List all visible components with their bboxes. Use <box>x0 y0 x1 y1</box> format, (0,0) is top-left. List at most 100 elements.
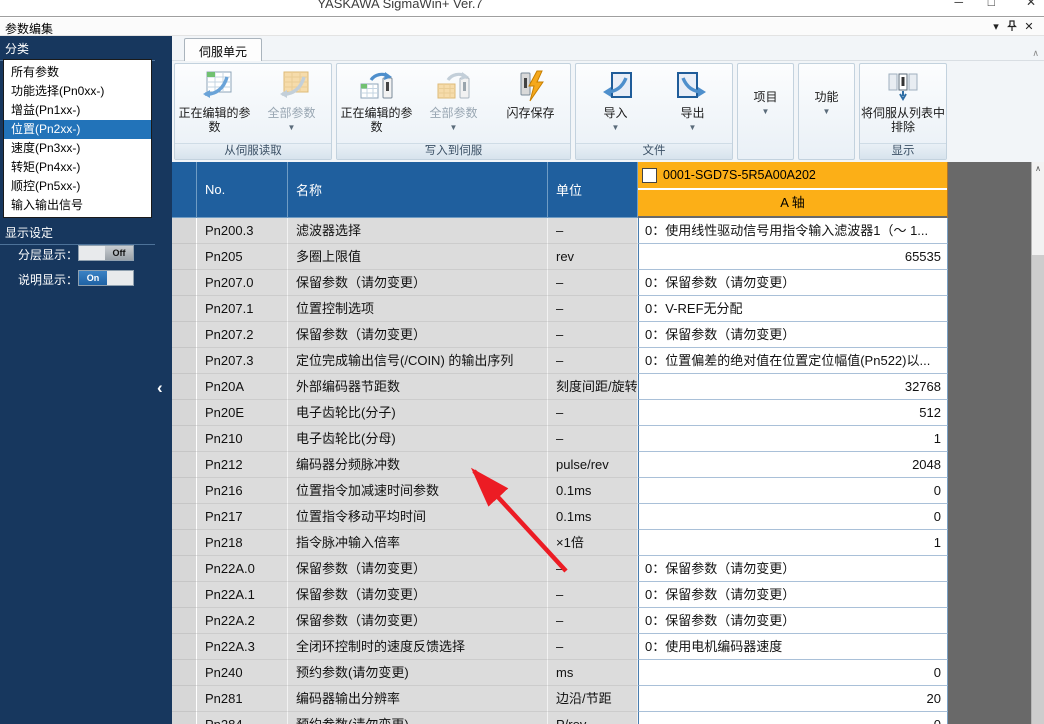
category-item-6[interactable]: 顺控(Pn5xx-) <box>4 177 151 196</box>
row-selector-cell[interactable] <box>172 478 197 504</box>
description-display-toggle[interactable]: On <box>78 270 134 286</box>
param-value-cell[interactable]: 0 <box>638 712 948 724</box>
row-selector-cell[interactable] <box>172 400 197 426</box>
row-selector-cell[interactable] <box>172 348 197 374</box>
param-value-cell[interactable]: 1 <box>638 530 948 556</box>
category-item-1[interactable]: 功能选择(Pn0xx-) <box>4 82 151 101</box>
row-selector-cell[interactable] <box>172 374 197 400</box>
row-selector-cell[interactable] <box>172 426 197 452</box>
scrollbar-thumb[interactable] <box>1032 162 1044 255</box>
write-all-params-button[interactable]: 全部参数 ▼ <box>415 65 492 143</box>
table-row[interactable]: Pn207.3定位完成输出信号(/COIN) 的输出序列–0：位置偏差的绝对值在… <box>172 348 948 374</box>
param-value-cell[interactable]: 0 <box>638 504 948 530</box>
row-selector-cell[interactable] <box>172 634 197 660</box>
row-selector-cell[interactable] <box>172 244 197 270</box>
chevron-down-icon[interactable]: ▼ <box>450 121 458 135</box>
param-value-cell[interactable]: 0：使用线性驱动信号用指令输入滤波器1（～ 1... <box>638 218 948 244</box>
panel-pin-icon[interactable] <box>1005 20 1019 34</box>
table-row[interactable]: Pn207.2保留参数（请勿变更）–0：保留参数（请勿变更） <box>172 322 948 348</box>
row-selector-cell[interactable] <box>172 452 197 478</box>
param-value-cell[interactable]: 0：保留参数（请勿变更） <box>638 556 948 582</box>
maximize-icon[interactable]: □ <box>988 0 995 9</box>
param-value-cell[interactable]: 20 <box>638 686 948 712</box>
write-editing-params-button[interactable]: 正在编辑的参数 <box>338 65 415 143</box>
param-value-cell[interactable]: 512 <box>638 400 948 426</box>
read-all-params-button[interactable]: 全部参数 ▼ <box>253 65 330 143</box>
table-row[interactable]: Pn284预约参数(请勿变更)P/rev0 <box>172 712 948 724</box>
table-row[interactable]: Pn20E电子齿轮比(分子)–512 <box>172 400 948 426</box>
table-row[interactable]: Pn205多圈上限值rev65535 <box>172 244 948 270</box>
row-selector-cell[interactable] <box>172 218 197 244</box>
project-button[interactable]: 项目 ▼ <box>739 65 792 143</box>
row-selector-cell[interactable] <box>172 556 197 582</box>
row-selector-cell[interactable] <box>172 270 197 296</box>
chevron-down-icon[interactable]: ▼ <box>689 121 697 135</box>
row-selector-cell[interactable] <box>172 660 197 686</box>
param-value-cell[interactable]: 0 <box>638 478 948 504</box>
toggle-off-knob[interactable]: Off <box>105 246 133 260</box>
param-value-cell[interactable]: 0：保留参数（请勿变更） <box>638 582 948 608</box>
function-button[interactable]: 功能 ▼ <box>800 65 853 143</box>
header-unit[interactable]: 单位 <box>548 162 638 218</box>
table-row[interactable]: Pn200.3滤波器选择–0：使用线性驱动信号用指令输入滤波器1（～ 1... <box>172 218 948 244</box>
category-item-3[interactable]: 位置(Pn2xx-) <box>4 120 151 139</box>
servo-checkbox[interactable] <box>642 168 657 183</box>
chevron-down-icon[interactable]: ▼ <box>612 121 620 135</box>
param-value-cell[interactable]: 0：V-REF无分配 <box>638 296 948 322</box>
layer-display-toggle[interactable]: Off <box>78 245 134 261</box>
ribbon-collapse-chevron-icon[interactable]: ∧ <box>1032 48 1039 59</box>
category-item-0[interactable]: 所有参数 <box>4 63 151 82</box>
param-value-cell[interactable]: 0：保留参数（请勿变更） <box>638 322 948 348</box>
category-item-4[interactable]: 速度(Pn3xx-) <box>4 139 151 158</box>
panel-menu-chevron-icon[interactable]: ▾ <box>989 20 1003 34</box>
sidebar-splitter[interactable]: ‹ <box>155 36 172 724</box>
category-item-2[interactable]: 增益(Pn1xx-) <box>4 101 151 120</box>
param-value-cell[interactable]: 1 <box>638 426 948 452</box>
param-value-cell[interactable]: 0：保留参数（请勿变更） <box>638 270 948 296</box>
category-item-7[interactable]: 输入输出信号 <box>4 196 151 215</box>
row-selector-cell[interactable] <box>172 322 197 348</box>
table-row[interactable]: Pn212编码器分频脉冲数pulse/rev2048 <box>172 452 948 478</box>
tab-servo-unit[interactable]: 伺服单元 <box>184 38 262 61</box>
param-value-cell[interactable]: 0：位置偏差的绝对值在位置定位幅值(Pn522)以... <box>638 348 948 374</box>
close-icon[interactable]: ✕ <box>1026 0 1036 9</box>
exclude-servo-button[interactable]: 将伺服从列表中排除 <box>861 65 945 143</box>
flash-save-button[interactable]: 闪存保存 <box>492 65 569 143</box>
minimize-icon[interactable]: ─ <box>954 0 963 9</box>
param-value-cell[interactable]: 0：使用电机编码器速度 <box>638 634 948 660</box>
collapse-left-chevron-icon[interactable]: ‹ <box>157 378 163 398</box>
import-button[interactable]: 导入 ▼ <box>577 65 654 143</box>
header-no[interactable]: No. <box>197 162 288 218</box>
scroll-up-icon[interactable]: ∧ <box>1032 164 1044 173</box>
param-value-cell[interactable]: 32768 <box>638 374 948 400</box>
table-row[interactable]: Pn20A外部编码器节距数刻度间距/旋转32768 <box>172 374 948 400</box>
table-row[interactable]: Pn217位置指令移动平均时间0.1ms0 <box>172 504 948 530</box>
row-selector-cell[interactable] <box>172 504 197 530</box>
header-name[interactable]: 名称 <box>288 162 548 218</box>
param-value-cell[interactable]: 0 <box>638 660 948 686</box>
table-row[interactable]: Pn22A.3全闭环控制时的速度反馈选择–0：使用电机编码器速度 <box>172 634 948 660</box>
table-row[interactable]: Pn281编码器输出分辨率边沿/节距20 <box>172 686 948 712</box>
param-value-cell[interactable]: 2048 <box>638 452 948 478</box>
row-selector-cell[interactable] <box>172 686 197 712</box>
param-value-cell[interactable]: 0：保留参数（请勿变更） <box>638 608 948 634</box>
table-row[interactable]: Pn22A.2保留参数（请勿变更）–0：保留参数（请勿变更） <box>172 608 948 634</box>
vertical-scrollbar[interactable]: ∧ <box>1031 162 1044 724</box>
panel-close-icon[interactable]: ✕ <box>1022 20 1036 34</box>
table-row[interactable]: Pn207.1位置控制选项–0：V-REF无分配 <box>172 296 948 322</box>
table-row[interactable]: Pn22A.0保留参数（请勿变更）–0：保留参数（请勿变更） <box>172 556 948 582</box>
table-row[interactable]: Pn218指令脉冲输入倍率×1倍1 <box>172 530 948 556</box>
table-row[interactable]: Pn22A.1保留参数（请勿变更）–0：保留参数（请勿变更） <box>172 582 948 608</box>
row-selector-cell[interactable] <box>172 582 197 608</box>
toggle-on-knob[interactable]: On <box>79 271 107 285</box>
row-selector-cell[interactable] <box>172 712 197 724</box>
row-selector-cell[interactable] <box>172 530 197 556</box>
export-button[interactable]: 导出 ▼ <box>654 65 731 143</box>
read-editing-params-button[interactable]: 正在编辑的参数 <box>176 65 253 143</box>
category-listbox[interactable]: 所有参数功能选择(Pn0xx-)增益(Pn1xx-)位置(Pn2xx-)速度(P… <box>3 59 152 218</box>
chevron-down-icon[interactable]: ▼ <box>288 121 296 135</box>
category-item-5[interactable]: 转矩(Pn4xx-) <box>4 158 151 177</box>
param-value-cell[interactable]: 65535 <box>638 244 948 270</box>
table-row[interactable]: Pn210电子齿轮比(分母)–1 <box>172 426 948 452</box>
table-row[interactable]: Pn240预约参数(请勿变更)ms0 <box>172 660 948 686</box>
